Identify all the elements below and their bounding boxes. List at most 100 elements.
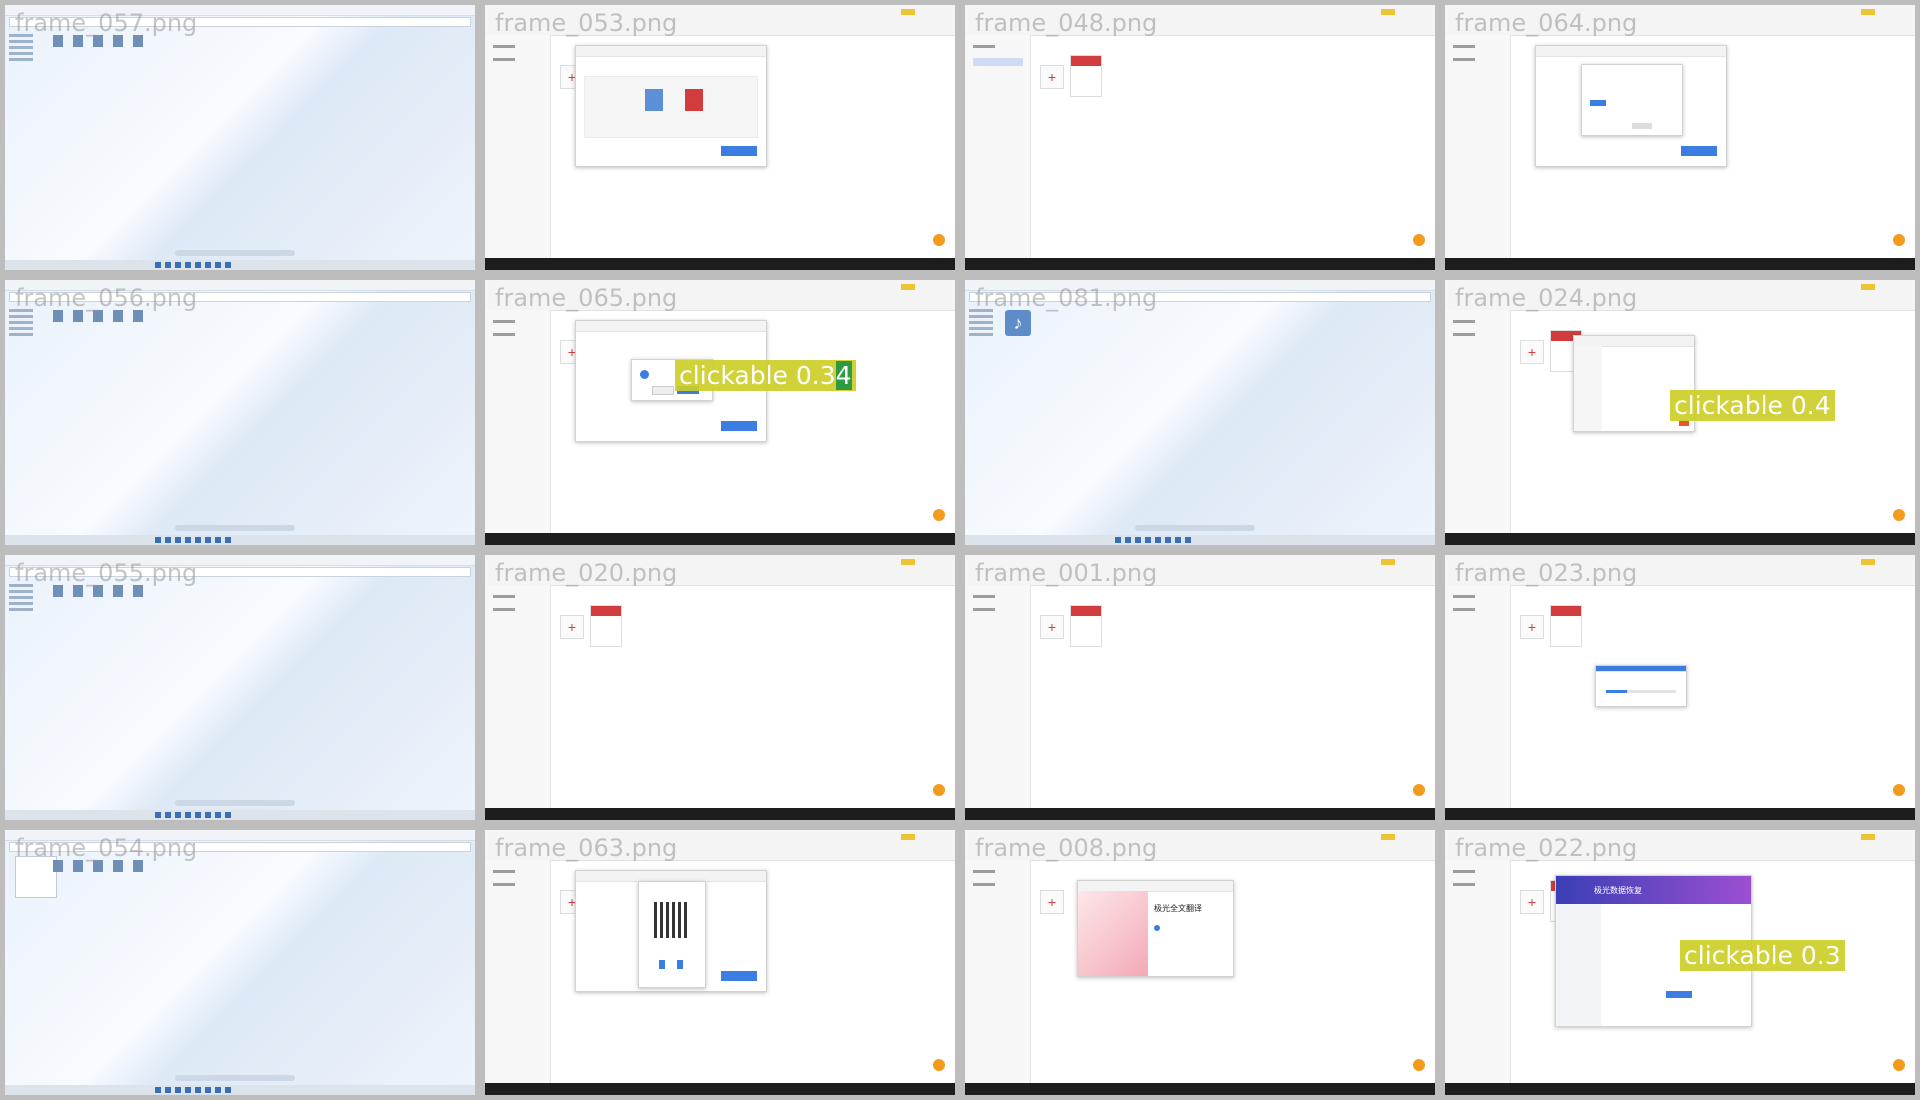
app-icon[interactable] — [225, 812, 231, 818]
help-icon[interactable] — [933, 509, 945, 521]
file-thumbnail[interactable] — [1070, 605, 1102, 647]
app-icon[interactable] — [185, 812, 191, 818]
sidebar-item[interactable] — [1453, 595, 1475, 598]
recover-now-button[interactable] — [1666, 991, 1692, 998]
help-icon[interactable] — [1413, 234, 1425, 246]
app-icon[interactable] — [155, 537, 161, 543]
app-icon[interactable] — [1155, 537, 1161, 543]
dialog-tabs[interactable] — [576, 46, 766, 57]
app-icon[interactable] — [1125, 537, 1131, 543]
sidebar-item[interactable] — [973, 870, 995, 873]
app-icon[interactable] — [215, 1087, 221, 1093]
save-button[interactable] — [1679, 421, 1689, 426]
app-icon[interactable] — [1165, 537, 1171, 543]
app-icon[interactable] — [205, 812, 211, 818]
add-file-icon[interactable]: + — [1520, 890, 1544, 914]
app-icon[interactable] — [1145, 537, 1151, 543]
app-icon[interactable] — [165, 262, 171, 268]
start-convert-button[interactable] — [721, 146, 757, 156]
app-icon[interactable] — [175, 812, 181, 818]
navigation-tree[interactable] — [9, 31, 49, 91]
app-icon[interactable] — [165, 537, 171, 543]
cancel-button[interactable] — [652, 386, 674, 395]
media-controls[interactable] — [1135, 525, 1255, 531]
cancel-button[interactable] — [1632, 123, 1652, 129]
app-icon[interactable] — [1115, 537, 1121, 543]
app-icon[interactable] — [195, 1087, 201, 1093]
drop-area[interactable] — [584, 76, 758, 138]
sidebar-item[interactable] — [1453, 58, 1475, 61]
app-icon[interactable] — [185, 262, 191, 268]
help-icon[interactable] — [1413, 1059, 1425, 1071]
sidebar-item[interactable] — [1453, 883, 1475, 886]
app-icon[interactable] — [205, 262, 211, 268]
add-file-icon[interactable]: + — [1520, 340, 1544, 364]
ok-button[interactable] — [1590, 100, 1606, 106]
add-file-icon[interactable]: + — [1520, 615, 1544, 639]
app-icon[interactable] — [155, 262, 161, 268]
music-file-icon[interactable]: ♪ — [1005, 310, 1031, 336]
help-icon[interactable] — [1893, 1059, 1905, 1071]
add-file-icon[interactable]: + — [1040, 890, 1064, 914]
sidebar-item[interactable] — [973, 45, 995, 48]
help-icon[interactable] — [1893, 234, 1905, 246]
start-convert-button[interactable] — [721, 421, 757, 431]
app-icon[interactable] — [1135, 537, 1141, 543]
sidebar-item[interactable] — [1453, 320, 1475, 323]
start-convert-button[interactable] — [1681, 146, 1717, 156]
add-file-icon[interactable]: + — [560, 615, 584, 639]
app-icon[interactable] — [1175, 537, 1181, 543]
app-icon[interactable] — [225, 1087, 231, 1093]
dialog-tabs[interactable] — [1536, 46, 1726, 57]
sidebar-item-selected[interactable] — [973, 58, 1023, 66]
add-file-icon[interactable]: + — [1040, 615, 1064, 639]
app-icon[interactable] — [195, 262, 201, 268]
wechat-login-icon[interactable] — [677, 960, 683, 969]
media-controls[interactable] — [175, 250, 295, 256]
sidebar-item[interactable] — [493, 58, 515, 61]
sidebar-item[interactable] — [493, 45, 515, 48]
file-thumbnail[interactable] — [590, 605, 622, 647]
start-convert-button[interactable] — [721, 971, 757, 981]
media-controls[interactable] — [175, 1075, 295, 1081]
add-file-icon[interactable]: + — [1040, 65, 1064, 89]
app-icon[interactable] — [205, 537, 211, 543]
sidebar-item[interactable] — [493, 333, 515, 336]
sidebar-item[interactable] — [493, 883, 515, 886]
app-icon[interactable] — [155, 1087, 161, 1093]
sidebar-item[interactable] — [1453, 45, 1475, 48]
sidebar-item[interactable] — [493, 320, 515, 323]
dialog-tabs[interactable] — [576, 321, 766, 332]
navigation-tree[interactable] — [969, 306, 1009, 366]
app-icon[interactable] — [225, 537, 231, 543]
app-icon[interactable] — [215, 537, 221, 543]
help-icon[interactable] — [933, 1059, 945, 1071]
app-icon[interactable] — [165, 812, 171, 818]
sidebar-item[interactable] — [973, 883, 995, 886]
app-icon[interactable] — [215, 812, 221, 818]
sidebar-item[interactable] — [973, 595, 995, 598]
sidebar-item[interactable] — [1453, 333, 1475, 336]
sidebar-item[interactable] — [493, 595, 515, 598]
help-icon[interactable] — [1893, 784, 1905, 796]
media-controls[interactable] — [175, 800, 295, 806]
app-icon[interactable] — [175, 262, 181, 268]
upload-icon[interactable] — [1154, 925, 1160, 931]
file-thumbnail[interactable] — [1070, 55, 1102, 97]
sidebar-item[interactable] — [493, 608, 515, 611]
app-icon[interactable] — [215, 262, 221, 268]
app-icon[interactable] — [1185, 537, 1191, 543]
promo-menu[interactable] — [1556, 904, 1601, 1026]
app-icon[interactable] — [225, 262, 231, 268]
app-icon[interactable] — [205, 1087, 211, 1093]
sidebar-item[interactable] — [493, 870, 515, 873]
app-icon[interactable] — [185, 1087, 191, 1093]
sidebar-item[interactable] — [1453, 608, 1475, 611]
context-menu[interactable] — [15, 856, 57, 898]
navigation-tree[interactable] — [9, 581, 49, 641]
file-thumbnail[interactable] — [1550, 605, 1582, 647]
sidebar-item[interactable] — [973, 608, 995, 611]
app-icon[interactable] — [195, 812, 201, 818]
help-icon[interactable] — [1893, 509, 1905, 521]
app-icon[interactable] — [165, 1087, 171, 1093]
